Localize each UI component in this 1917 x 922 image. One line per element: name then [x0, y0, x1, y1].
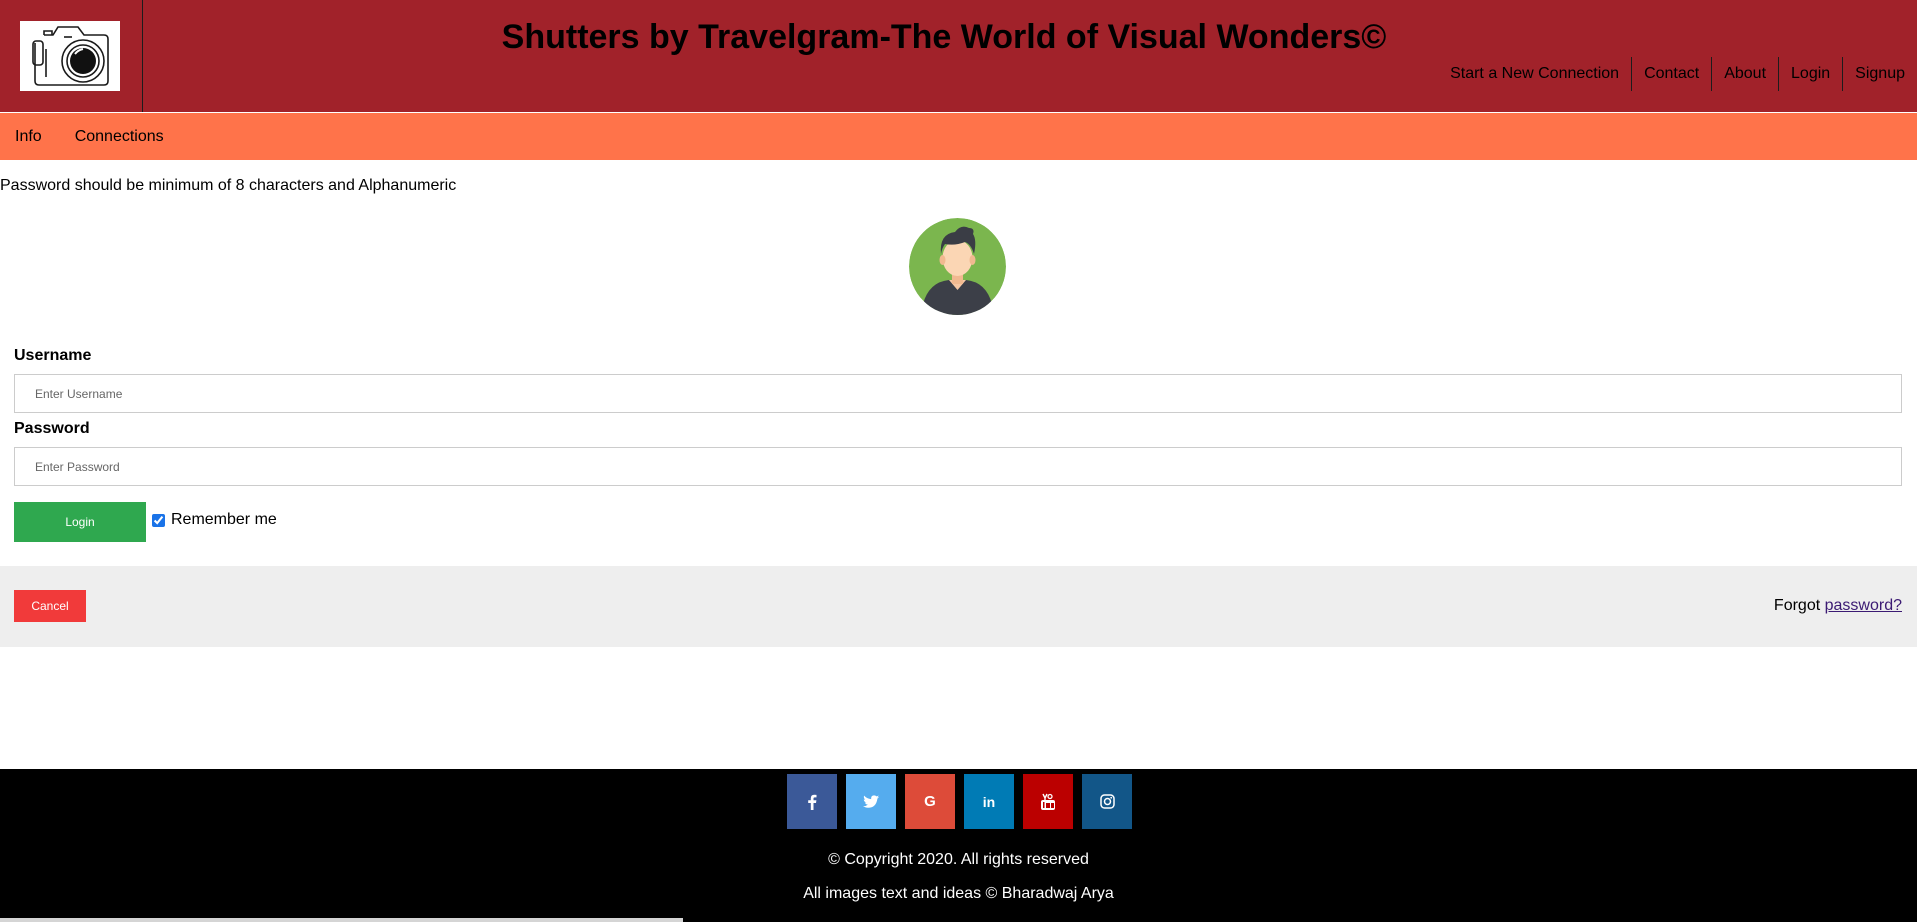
google-icon[interactable]: G	[905, 774, 955, 829]
remember-me[interactable]: Remember me	[152, 511, 277, 529]
username-label: Username	[14, 347, 92, 364]
instagram-icon[interactable]	[1082, 774, 1132, 829]
forgot-password-link[interactable]: password?	[1825, 597, 1902, 614]
username-input[interactable]	[14, 374, 1902, 413]
facebook-icon[interactable]	[787, 774, 837, 829]
credits-text: All images text and ideas © Bharadwaj Ar…	[803, 885, 1114, 902]
logo-container	[0, 0, 143, 112]
subnav-info[interactable]: Info	[0, 113, 57, 160]
cancel-button[interactable]: Cancel	[14, 590, 86, 622]
site-footer: G in © Copyright 2020. All rights reserv…	[0, 769, 1917, 922]
horizontal-scrollbar[interactable]	[0, 918, 683, 922]
nav-contact[interactable]: Contact	[1631, 57, 1711, 91]
password-label: Password	[14, 420, 90, 437]
remember-me-checkbox[interactable]	[152, 513, 165, 527]
login-button[interactable]: Login	[14, 502, 146, 542]
password-hint: Password should be minimum of 8 characte…	[0, 177, 457, 194]
nav-start-connection[interactable]: Start a New Connection	[1438, 57, 1631, 91]
forgot-prefix: Forgot	[1773, 597, 1821, 614]
top-navigation: Start a New Connection Contact About Log…	[1438, 57, 1917, 91]
camera-icon	[32, 26, 109, 86]
camera-logo[interactable]	[20, 21, 120, 91]
user-avatar-icon	[909, 218, 1006, 315]
social-links: G in	[787, 774, 1132, 829]
password-input[interactable]	[14, 447, 1902, 486]
twitter-icon[interactable]	[846, 774, 896, 829]
copyright-text: © Copyright 2020. All rights reserved	[828, 851, 1089, 868]
linkedin-icon[interactable]: in	[964, 774, 1014, 829]
sub-navigation: Info Connections	[0, 113, 1917, 160]
forgot-password: Forgot password?	[1774, 597, 1902, 615]
nav-login[interactable]: Login	[1778, 57, 1842, 91]
nav-about[interactable]: About	[1711, 57, 1778, 91]
avatar	[909, 218, 1006, 315]
subnav-connections[interactable]: Connections	[57, 113, 179, 160]
cancel-container: Cancel Forgot password?	[0, 566, 1917, 647]
remember-me-label: Remember me	[171, 511, 277, 528]
site-header: Shutters by Travelgram-The World of Visu…	[0, 0, 1917, 112]
youtube-icon[interactable]	[1023, 774, 1073, 829]
site-title: Shutters by Travelgram-The World of Visu…	[501, 18, 1387, 56]
nav-signup[interactable]: Signup	[1842, 57, 1917, 91]
